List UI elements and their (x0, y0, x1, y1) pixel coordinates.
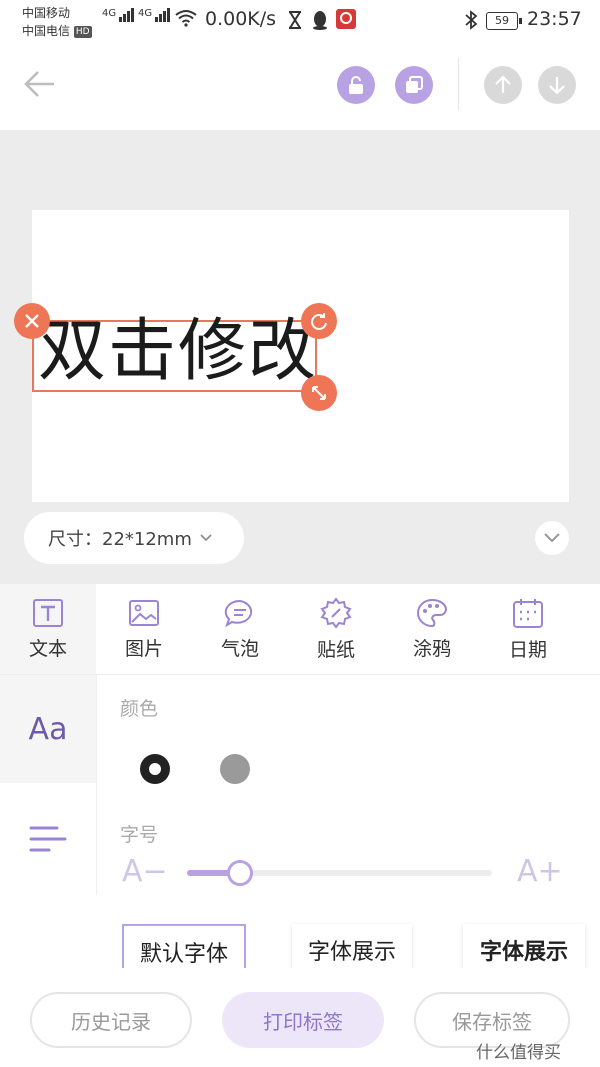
print-label-button[interactable]: 打印标签 (222, 992, 384, 1048)
font-icon: Aa (28, 711, 68, 747)
clock: 23:57 (527, 8, 582, 30)
image-icon (129, 599, 159, 626)
tab-image[interactable]: 图片 (96, 584, 192, 674)
network-type-1: 4G (102, 8, 117, 19)
hourglass-icon (288, 11, 302, 33)
tab-text[interactable]: 文本 (0, 584, 96, 674)
label-text[interactable]: 双击修改 (38, 312, 318, 392)
bluetooth-icon (464, 10, 478, 34)
hd-badge: HD (73, 25, 92, 38)
font-size-section-label: 字号 (120, 824, 159, 846)
tab-bubble-label: 气泡 (220, 637, 259, 660)
watermark: 什么值得买 (476, 1038, 561, 1063)
tab-sticker-label: 贴纸 (316, 638, 355, 661)
net-speed: 0.00K/s (205, 8, 277, 30)
palette-icon (417, 598, 448, 627)
signal-2-icon: 4G (138, 8, 171, 22)
delete-handle-icon[interactable] (14, 303, 50, 339)
selected-indicator-icon (149, 763, 161, 775)
back-arrow-icon[interactable] (24, 70, 56, 102)
unlock-icon[interactable] (337, 66, 375, 104)
color-section-label: 颜色 (120, 698, 159, 720)
increase-font-size-button[interactable]: A+ (517, 854, 563, 889)
wifi-icon (175, 9, 197, 31)
text-icon (33, 598, 63, 627)
size-label: 尺寸：22*12mm (48, 529, 192, 550)
font-style-button[interactable]: Aa (0, 675, 96, 783)
tab-bubble[interactable]: 气泡 (192, 584, 288, 674)
bubble-icon (224, 599, 253, 627)
alignment-button[interactable] (0, 783, 96, 895)
chevron-down-icon (200, 534, 212, 542)
decrease-font-size-button[interactable]: A− (122, 854, 168, 889)
tab-doodle-label: 涂鸦 (412, 637, 451, 660)
collapse-panel-button[interactable] (535, 521, 569, 555)
signal-1-icon: 4G (102, 8, 135, 22)
resize-handle-icon[interactable] (301, 375, 337, 411)
toolbar-divider (458, 58, 459, 110)
tab-sticker[interactable]: 贴纸 (288, 584, 384, 674)
layer-up-icon[interactable] (484, 66, 522, 104)
align-left-icon (29, 826, 67, 852)
font-size-slider-handle[interactable] (227, 860, 253, 886)
tab-doodle[interactable]: 涂鸦 (384, 584, 480, 674)
tab-date-label: 日期 (508, 638, 547, 661)
battery-icon: 59 (486, 12, 522, 30)
tab-image-label: 图片 (124, 637, 163, 660)
rotate-handle-icon[interactable] (301, 303, 337, 339)
tab-text-label: 文本 (28, 637, 67, 660)
carrier-1: 中国移动 (22, 6, 71, 20)
qq-icon (311, 10, 329, 34)
copy-icon[interactable] (395, 66, 433, 104)
carrier-info: 中国移动 中国电信 HD (22, 4, 92, 40)
calendar-icon (513, 598, 543, 628)
watermark-text: 什么值得买 (476, 1043, 561, 1063)
size-selector[interactable]: 尺寸：22*12mm (24, 512, 244, 564)
history-button[interactable]: 历史记录 (30, 992, 192, 1048)
app-notification-icon (335, 8, 357, 34)
color-swatch-grey[interactable] (220, 754, 250, 784)
tab-date[interactable]: 日期 (480, 584, 576, 674)
layer-down-icon[interactable] (538, 66, 576, 104)
carrier-2: 中国电信 (22, 24, 71, 38)
network-type-2: 4G (138, 8, 153, 19)
chevron-down-icon (544, 533, 560, 543)
sticker-icon (320, 596, 352, 629)
color-swatch-black[interactable] (140, 754, 170, 784)
